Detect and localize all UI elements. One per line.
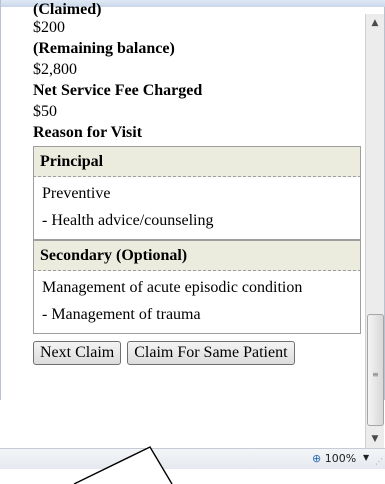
callout-pointer-shape xyxy=(73,446,173,484)
callout-pointer xyxy=(73,446,173,484)
